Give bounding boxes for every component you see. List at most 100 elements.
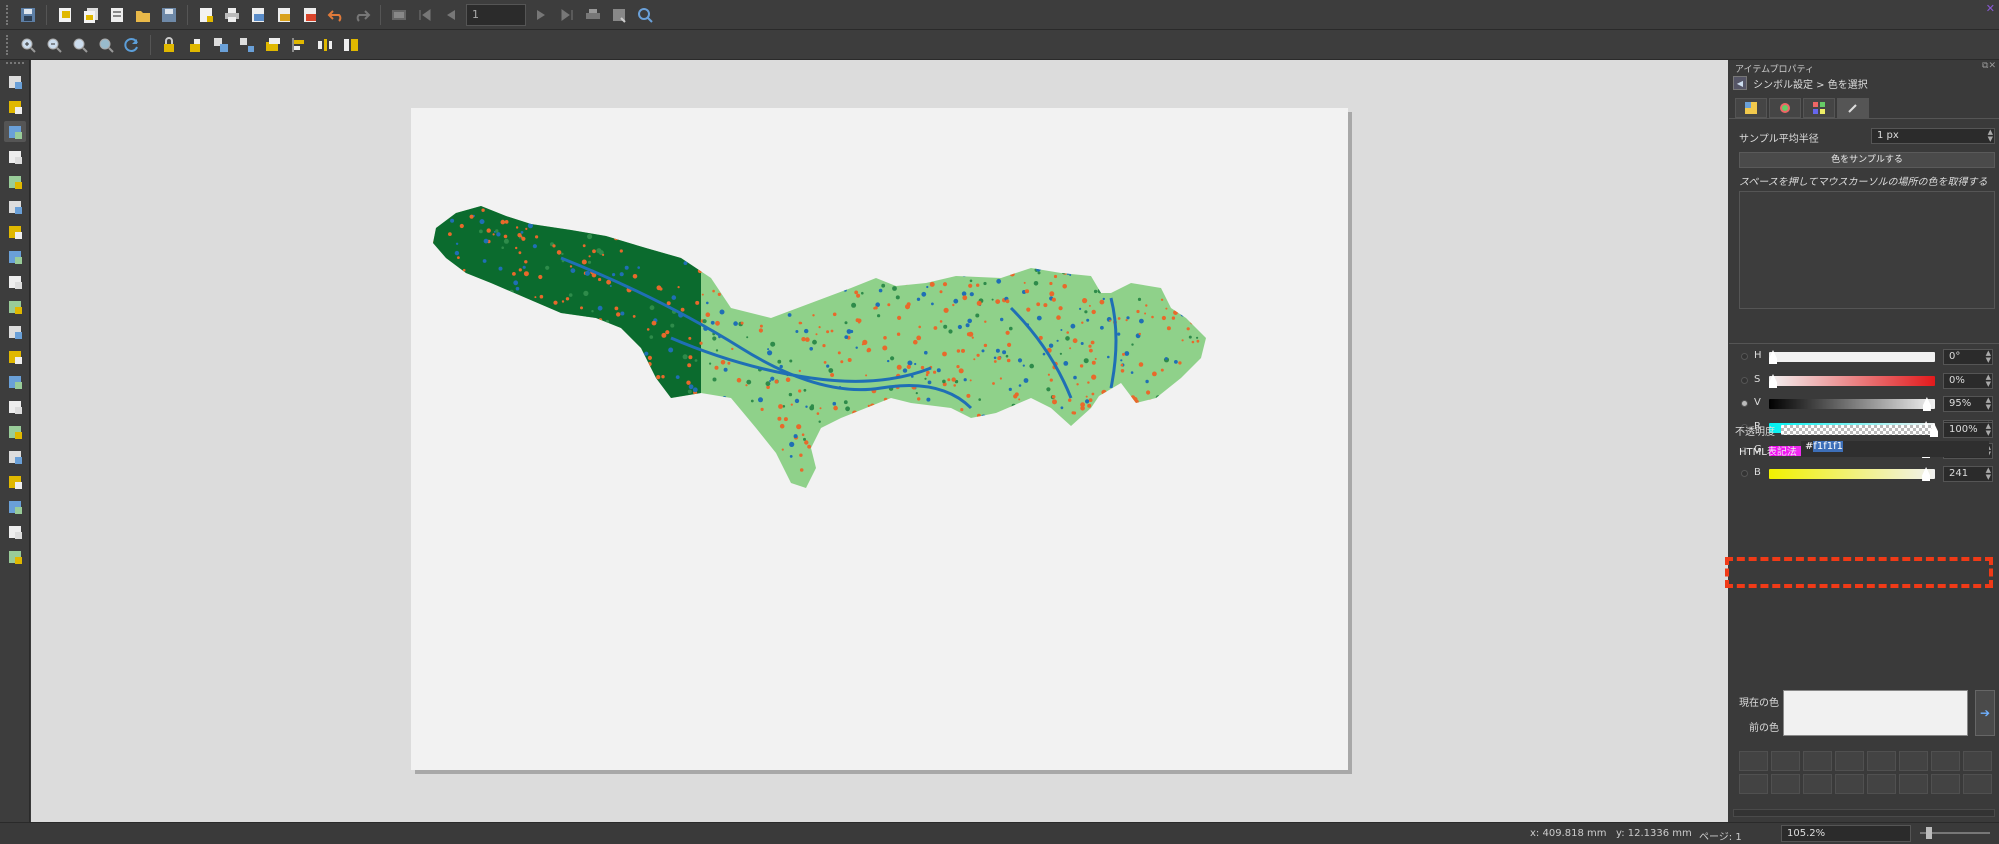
swatch-cell[interactable] bbox=[1867, 774, 1896, 794]
swatch-cell[interactable] bbox=[1739, 774, 1768, 794]
opacity-slider[interactable] bbox=[1781, 425, 1935, 435]
component-spinbox[interactable]: 0° ▲ ▼ bbox=[1943, 349, 1993, 365]
swatch-cell[interactable] bbox=[1963, 774, 1992, 794]
layout-page[interactable] bbox=[411, 108, 1348, 770]
swatch-cell[interactable] bbox=[1963, 751, 1992, 771]
swatch-cell[interactable] bbox=[1835, 774, 1864, 794]
component-radio[interactable] bbox=[1741, 377, 1748, 384]
swatch-cell[interactable] bbox=[1835, 751, 1864, 771]
tab-color-picker[interactable] bbox=[1837, 98, 1869, 118]
add-north-arrow-icon[interactable] bbox=[4, 346, 26, 367]
export-pdf-icon[interactable] bbox=[299, 4, 321, 26]
select-icon[interactable] bbox=[3, 121, 26, 142]
add-picture-icon[interactable] bbox=[4, 246, 26, 267]
component-spinbox[interactable]: 95% ▲ ▼ bbox=[1943, 396, 1993, 412]
component-spinbox[interactable]: 0% ▲ ▼ bbox=[1943, 373, 1993, 389]
add-label-icon[interactable] bbox=[4, 271, 26, 292]
component-slider[interactable] bbox=[1769, 376, 1935, 386]
first-feature-icon[interactable] bbox=[414, 4, 436, 26]
tab-color-ramp[interactable] bbox=[1735, 98, 1767, 118]
zoom-slider-handle[interactable] bbox=[1926, 827, 1932, 839]
swatch-cell[interactable] bbox=[1803, 751, 1832, 771]
add-scalebar-icon[interactable] bbox=[4, 321, 26, 342]
print-atlas-icon[interactable] bbox=[582, 4, 604, 26]
zoom-combo[interactable]: 105.2% bbox=[1781, 825, 1911, 842]
distribute-icon[interactable] bbox=[314, 34, 336, 56]
new-layout-icon[interactable] bbox=[54, 4, 76, 26]
sample-color-button[interactable]: 色をサンプルする bbox=[1739, 152, 1995, 168]
swatch-cell[interactable] bbox=[1803, 774, 1832, 794]
swatch-cell[interactable] bbox=[1931, 774, 1960, 794]
add-arrow-icon[interactable] bbox=[4, 421, 26, 442]
previous-feature-icon[interactable] bbox=[440, 4, 462, 26]
panel-scrollbar[interactable] bbox=[1733, 809, 1995, 817]
raise-icon[interactable] bbox=[262, 34, 284, 56]
add-legend-icon[interactable] bbox=[4, 296, 26, 317]
report-icon[interactable] bbox=[634, 4, 656, 26]
unlock-icon[interactable] bbox=[184, 34, 206, 56]
tab-swatches[interactable] bbox=[1803, 98, 1835, 118]
redo-icon[interactable] bbox=[351, 4, 373, 26]
opacity-spinbox[interactable]: 100% ▲ ▼ bbox=[1943, 422, 1993, 438]
page-setup-icon[interactable] bbox=[195, 4, 217, 26]
add-3d-map-icon[interactable] bbox=[4, 221, 26, 242]
zoom-actual-icon[interactable] bbox=[95, 34, 117, 56]
add-map-icon[interactable] bbox=[4, 196, 26, 217]
open-folder-icon[interactable] bbox=[132, 4, 154, 26]
layout-canvas[interactable] bbox=[31, 60, 1728, 822]
toolbar-grip[interactable] bbox=[6, 34, 9, 55]
refresh-icon[interactable] bbox=[121, 34, 143, 56]
zoom-tool-icon[interactable] bbox=[4, 96, 26, 117]
tab-color-wheel[interactable] bbox=[1769, 98, 1801, 118]
align-icon[interactable] bbox=[288, 34, 310, 56]
next-feature-icon[interactable] bbox=[530, 4, 552, 26]
swatch-cell[interactable] bbox=[1899, 751, 1928, 771]
resize-icon[interactable] bbox=[340, 34, 362, 56]
html-notation-input[interactable]: #f1f1f1 bbox=[1801, 441, 1989, 457]
add-node-item-icon[interactable] bbox=[4, 446, 26, 467]
zoom-full-icon[interactable] bbox=[69, 34, 91, 56]
map-item[interactable] bbox=[411, 108, 1348, 770]
undo-icon[interactable] bbox=[325, 4, 347, 26]
component-slider[interactable] bbox=[1769, 352, 1935, 362]
close-icon[interactable]: ✕ bbox=[1986, 2, 1995, 15]
toolbar-grip[interactable] bbox=[5, 62, 24, 65]
swatch-cell[interactable] bbox=[1931, 751, 1960, 771]
add-fixed-table-icon[interactable] bbox=[4, 521, 26, 542]
sample-radius-spinbox[interactable]: 1 px ▲ ▼ bbox=[1871, 128, 1995, 144]
add-attribute-table-icon[interactable] bbox=[4, 496, 26, 517]
toolbar-grip[interactable] bbox=[6, 4, 9, 25]
export-image-icon[interactable] bbox=[247, 4, 269, 26]
swatch-cell[interactable] bbox=[1739, 751, 1768, 771]
export-atlas-icon[interactable] bbox=[608, 4, 630, 26]
zoom-out-icon[interactable] bbox=[43, 34, 65, 56]
add-elevation-icon[interactable] bbox=[4, 546, 26, 567]
apply-color-button[interactable]: ➔ bbox=[1975, 690, 1995, 736]
zoom-in-icon[interactable] bbox=[17, 34, 39, 56]
save-template-icon[interactable] bbox=[158, 4, 180, 26]
export-svg-icon[interactable] bbox=[273, 4, 295, 26]
group-icon[interactable] bbox=[210, 34, 232, 56]
component-radio[interactable] bbox=[1741, 353, 1748, 360]
edit-nodes-icon[interactable] bbox=[4, 171, 26, 192]
swatch-cell[interactable] bbox=[1899, 774, 1928, 794]
add-marker-icon[interactable] bbox=[4, 396, 26, 417]
component-radio[interactable] bbox=[1741, 400, 1748, 407]
add-html-icon[interactable] bbox=[4, 471, 26, 492]
panel-float-close-icon[interactable]: ⧉✕ bbox=[1982, 61, 1996, 71]
lock-icon[interactable] bbox=[158, 34, 180, 56]
atlas-settings-icon[interactable] bbox=[388, 4, 410, 26]
save-icon[interactable] bbox=[17, 4, 39, 26]
swatch-cell[interactable] bbox=[1771, 774, 1800, 794]
print-icon[interactable] bbox=[221, 4, 243, 26]
swatch-cell[interactable] bbox=[1771, 751, 1800, 771]
add-shape-icon[interactable] bbox=[4, 371, 26, 392]
page-number-input[interactable]: 1 bbox=[466, 3, 526, 26]
ungroup-icon[interactable] bbox=[236, 34, 258, 56]
swatch-cell[interactable] bbox=[1867, 751, 1896, 771]
duplicate-layout-icon[interactable] bbox=[80, 4, 102, 26]
component-slider[interactable] bbox=[1769, 399, 1935, 409]
layout-manager-icon[interactable] bbox=[106, 4, 128, 26]
back-arrow-icon[interactable]: ◀ bbox=[1733, 76, 1747, 90]
pan-icon[interactable] bbox=[4, 71, 26, 92]
